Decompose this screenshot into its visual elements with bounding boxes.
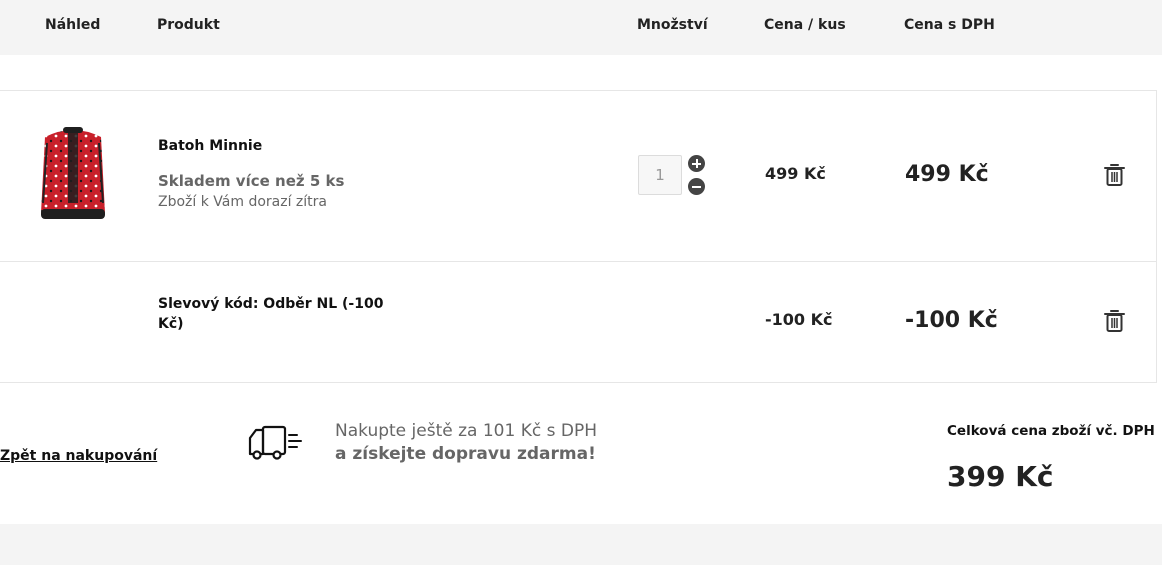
cart-table [0, 90, 1157, 383]
product-thumbnail[interactable] [33, 123, 113, 223]
free-shipping-threshold: Nakupte ještě za 101 Kč s DPH [335, 421, 597, 441]
trash-icon[interactable] [1104, 163, 1125, 187]
delivery-info: Zboží k Vám dorazí zítra [158, 194, 327, 210]
footer-band [0, 524, 1162, 565]
minus-circle-icon[interactable] [688, 178, 705, 195]
discount-code-name: Slevový kód: Odběr NL (-100 Kč) [158, 296, 384, 332]
cart-header: Náhled Produkt Množství Cena / kus Cena … [0, 0, 1162, 55]
column-header-unit-price: Cena / kus [764, 17, 846, 33]
column-header-quantity: Množství [637, 17, 708, 33]
plus-circle-icon[interactable] [688, 155, 705, 172]
line-total: -100 Kč [905, 308, 998, 333]
cart-total-value: 399 Kč [947, 460, 1054, 493]
unit-price: 499 Kč [765, 164, 826, 183]
stock-status: Skladem více než 5 ks [158, 172, 345, 190]
cart-total-label: Celková cena zboží vč. DPH [947, 423, 1155, 439]
delivery-truck-icon [248, 425, 302, 460]
column-header-price-vat: Cena s DPH [904, 17, 995, 33]
quantity-input[interactable] [638, 155, 682, 195]
row-divider [0, 261, 1157, 262]
free-shipping-promo: a získejte dopravu zdarma! [335, 444, 596, 464]
trash-icon[interactable] [1104, 309, 1125, 333]
column-header-product: Produkt [157, 17, 220, 33]
column-header-preview: Náhled [45, 17, 101, 33]
line-total: 499 Kč [905, 162, 989, 187]
unit-price: -100 Kč [765, 310, 833, 329]
back-to-shopping-link[interactable]: Zpět na nakupování [0, 448, 157, 464]
product-name[interactable]: Batoh Minnie [158, 138, 262, 154]
